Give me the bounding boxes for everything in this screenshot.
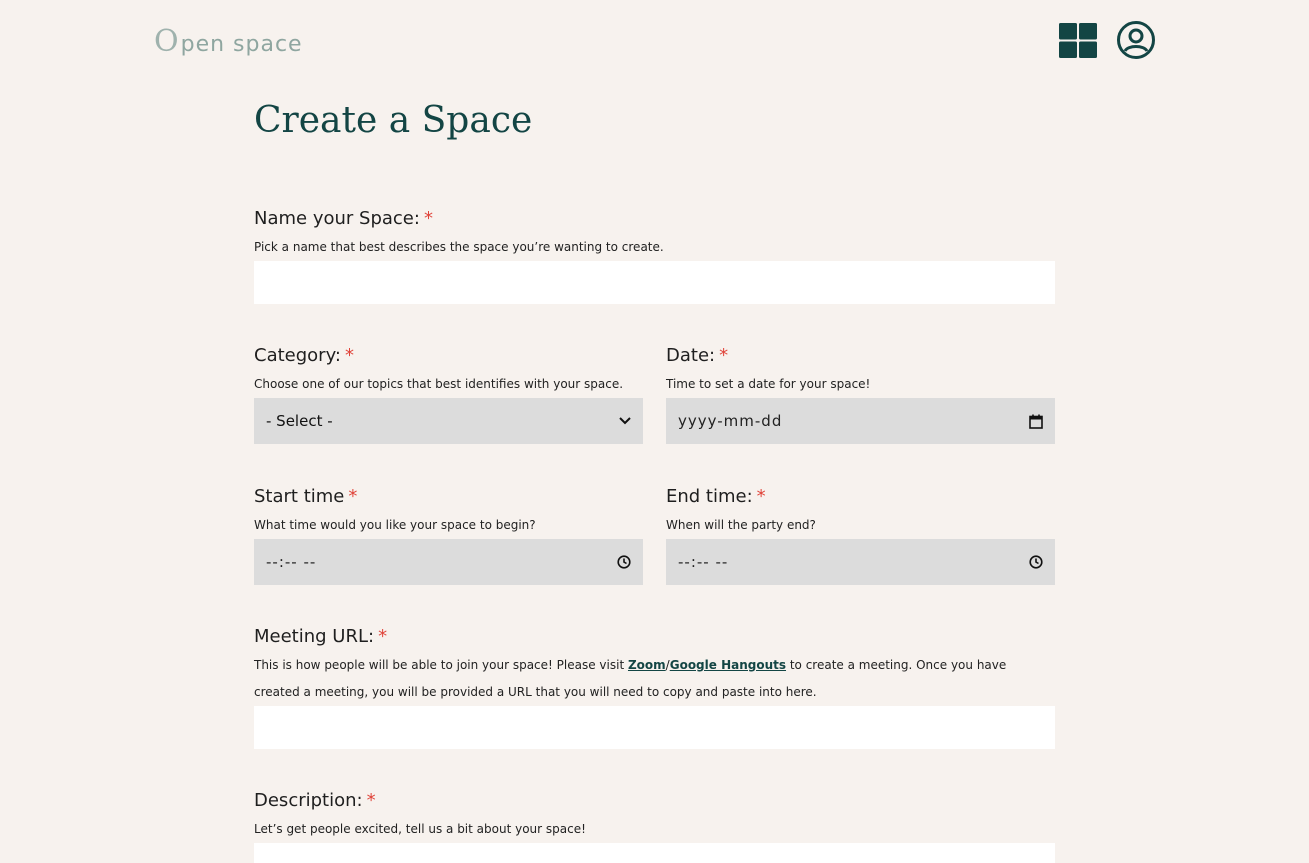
name-label: Name your Space: *	[254, 208, 433, 229]
required-marker: *	[344, 345, 354, 366]
logo-text: pen space	[180, 32, 303, 57]
required-marker: *	[378, 626, 388, 647]
logo[interactable]: Open space	[154, 24, 303, 59]
space-name-input[interactable]	[254, 261, 1055, 304]
dashboard-grid-icon[interactable]	[1059, 23, 1097, 58]
date-input[interactable]: yyyy-mm-dd	[666, 398, 1055, 444]
required-marker: *	[719, 345, 729, 366]
required-marker: *	[423, 208, 433, 229]
start-time-input[interactable]: --:-- --	[254, 539, 643, 585]
description-label: Description: *	[254, 790, 376, 811]
meeting-url-input[interactable]	[254, 706, 1055, 749]
clock-icon[interactable]	[617, 555, 631, 569]
top-bar: Open space	[0, 0, 1309, 80]
meeting-url-field-group: Meeting URL: * This is how people will be…	[254, 626, 1055, 749]
description-field-group: Description: * Let’s get people excited, …	[254, 790, 1055, 863]
end-time-input[interactable]: --:-- --	[666, 539, 1055, 585]
start-time-placeholder: --:-- --	[266, 553, 317, 571]
name-help: Pick a name that best describes the spac…	[254, 240, 664, 254]
date-label: Date: *	[666, 345, 729, 366]
zoom-link[interactable]: Zoom	[628, 658, 666, 672]
user-profile-icon[interactable]	[1116, 20, 1156, 60]
required-marker: *	[366, 790, 376, 811]
description-textarea[interactable]	[254, 843, 1055, 863]
category-field-group: Category: * Choose one of our topics that…	[254, 345, 643, 444]
clock-icon[interactable]	[1029, 555, 1043, 569]
chevron-down-icon	[619, 417, 631, 425]
category-label: Category: *	[254, 345, 354, 366]
category-selected-value: - Select -	[266, 412, 333, 430]
logo-o: O	[154, 24, 180, 59]
date-placeholder: yyyy-mm-dd	[678, 412, 783, 430]
end-time-placeholder: --:-- --	[678, 553, 729, 571]
end-time-field-group: End time: * When will the party end? --:-…	[666, 486, 1055, 585]
date-field-group: Date: * Time to set a date for your space…	[666, 345, 1055, 444]
category-help: Choose one of our topics that best ident…	[254, 377, 624, 391]
end-time-help: When will the party end?	[666, 518, 816, 532]
description-help: Let’s get people excited, tell us a bit …	[254, 822, 586, 836]
start-time-label: Start time *	[254, 486, 358, 507]
required-marker: *	[756, 486, 766, 507]
meeting-url-help: This is how people will be able to join …	[254, 658, 1007, 699]
meeting-url-label: Meeting URL: *	[254, 626, 388, 647]
end-time-label: End time: *	[666, 486, 766, 507]
page-title: Create a Space	[254, 100, 533, 141]
date-help: Time to set a date for your space!	[666, 377, 871, 391]
google-hangouts-link[interactable]: Google Hangouts	[670, 658, 786, 672]
name-field-group: Name your Space: * Pick a name that best …	[254, 208, 1055, 304]
category-select[interactable]: - Select -	[254, 398, 643, 444]
calendar-icon[interactable]	[1029, 414, 1043, 429]
start-time-help: What time would you like your space to b…	[254, 518, 536, 532]
start-time-field-group: Start time * What time would you like you…	[254, 486, 643, 585]
required-marker: *	[348, 486, 358, 507]
